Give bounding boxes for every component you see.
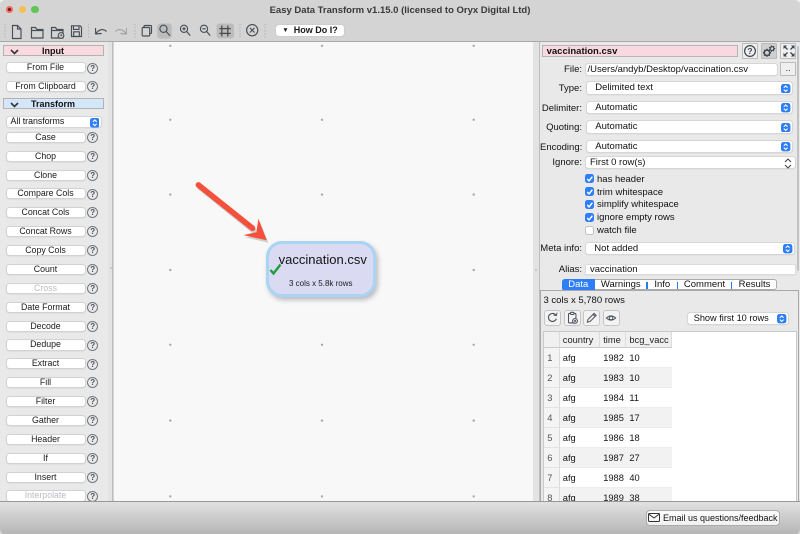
svg-text:?: ?: [747, 46, 752, 56]
